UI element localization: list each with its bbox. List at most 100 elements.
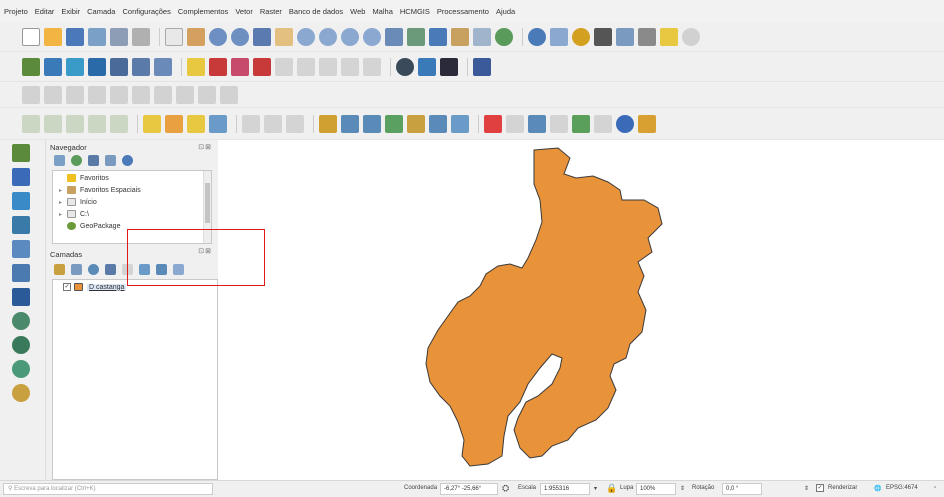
messages-icon[interactable]: ▫: [934, 485, 936, 491]
polygon-symbol-icon[interactable]: [74, 283, 83, 291]
label-highlight-icon[interactable]: [319, 114, 337, 133]
reshape-icon[interactable]: [44, 114, 62, 133]
layer-item[interactable]: ✓ D castanga: [63, 283, 127, 291]
plugin-icon[interactable]: [440, 57, 458, 76]
select-features-icon[interactable]: [143, 114, 161, 133]
zoom-layer-icon[interactable]: [297, 27, 315, 46]
split-features-icon[interactable]: [88, 114, 106, 133]
expand-arrow-icon[interactable]: ▸: [59, 187, 67, 194]
merge-features-icon[interactable]: [110, 114, 128, 133]
show-hide-labels-icon[interactable]: [286, 114, 304, 133]
tree-item-inicio[interactable]: ▸ Início: [59, 198, 97, 206]
offset-curve-icon[interactable]: [66, 114, 84, 133]
layer-visibility-checkbox[interactable]: ✓: [63, 283, 71, 291]
add-raster-layer-icon[interactable]: [44, 57, 62, 76]
field-calculator-icon[interactable]: [616, 27, 634, 46]
scale-field[interactable]: 1:955316: [540, 483, 590, 495]
add-wfs-icon[interactable]: [12, 360, 30, 378]
show-bookmarks-icon[interactable]: [473, 27, 491, 46]
crs-globe-icon[interactable]: 🌐: [874, 485, 881, 492]
change-label-icon[interactable]: [385, 114, 403, 133]
rotate-label-icon[interactable]: [363, 114, 381, 133]
fill-ring-icon[interactable]: [572, 114, 590, 133]
simplify-icon[interactable]: [550, 114, 568, 133]
new-spatialite-icon[interactable]: [319, 57, 337, 76]
add-selected-icon[interactable]: [54, 155, 65, 166]
filter-icon[interactable]: [88, 155, 99, 166]
toggle-extents-icon[interactable]: ⛭: [502, 483, 509, 494]
zoom-full-icon[interactable]: [253, 27, 271, 46]
locator-search-input[interactable]: ⚲ Escreva para localizar (Ctrl+K): [3, 483, 213, 495]
new-map-view-icon[interactable]: [385, 27, 403, 46]
coordinate-field[interactable]: -6,27° -25,66°: [440, 483, 498, 495]
add-wcs-icon[interactable]: [209, 57, 227, 76]
menu-configuracoes[interactable]: Configurações: [122, 7, 170, 16]
georeferencer-icon[interactable]: [396, 57, 414, 76]
temporal-controller-icon[interactable]: [429, 27, 447, 46]
lock-scale-icon[interactable]: 🔒: [606, 483, 617, 494]
zoom-selection-icon[interactable]: [275, 27, 293, 46]
move-feature-icon[interactable]: [484, 114, 502, 133]
menu-web[interactable]: Web: [350, 7, 365, 16]
zoom-out-icon[interactable]: [231, 27, 249, 46]
menu-editar[interactable]: Editar: [35, 7, 55, 16]
vertex-tool-icon[interactable]: [88, 85, 106, 104]
magnifier-field[interactable]: 100%: [636, 483, 676, 495]
crs-label[interactable]: EPSG:4674: [886, 485, 918, 491]
add-postgis-icon[interactable]: [12, 288, 30, 306]
manage-map-themes-icon[interactable]: [88, 264, 99, 275]
rotation-field[interactable]: 0,0 °: [722, 483, 762, 495]
attribute-table-icon[interactable]: [550, 27, 568, 46]
delete-selected-icon[interactable]: [110, 85, 128, 104]
menu-raster[interactable]: Raster: [260, 7, 282, 16]
label-tool-icon[interactable]: [242, 114, 260, 133]
properties-icon[interactable]: [122, 155, 133, 166]
tree-item-drive-c[interactable]: ▸ C:\: [59, 210, 89, 218]
add-delimited-text-icon[interactable]: [66, 57, 84, 76]
pan-icon[interactable]: [165, 27, 183, 46]
add-wms-icon[interactable]: [12, 312, 30, 330]
save-edits-icon[interactable]: [44, 85, 62, 104]
search-icon[interactable]: [682, 27, 700, 46]
add-vector-layer-icon[interactable]: [12, 144, 30, 162]
copy-features-icon[interactable]: [154, 85, 172, 104]
new-shapefile-icon[interactable]: [275, 57, 293, 76]
layout-manager-icon[interactable]: [110, 27, 128, 46]
rotate-feature-icon[interactable]: [506, 114, 524, 133]
styling-icon[interactable]: [54, 264, 65, 275]
new-virtual-layer-icon[interactable]: [363, 57, 381, 76]
settings-gear-icon[interactable]: [572, 27, 590, 46]
menu-complementos[interactable]: Complementos: [178, 7, 228, 16]
scale-feature-icon[interactable]: [528, 114, 546, 133]
select-location-icon[interactable]: [209, 114, 227, 133]
save-project-icon[interactable]: [66, 27, 84, 46]
deselect-icon[interactable]: [187, 114, 205, 133]
zoom-last-icon[interactable]: [341, 27, 359, 46]
tree-item-geopackage[interactable]: GeoPackage: [59, 222, 120, 230]
add-virtual-layer-icon[interactable]: [12, 264, 30, 282]
filter-legend-icon[interactable]: [105, 264, 116, 275]
scale-dropdown-icon[interactable]: ▾: [594, 485, 597, 492]
style-manager-icon[interactable]: [132, 27, 150, 46]
redo-icon[interactable]: [220, 85, 238, 104]
menu-ajuda[interactable]: Ajuda: [496, 7, 515, 16]
zoom-native-icon[interactable]: [319, 27, 337, 46]
annotation-icon[interactable]: [660, 27, 678, 46]
add-wms-icon[interactable]: [154, 57, 172, 76]
render-checkbox[interactable]: ✓: [816, 484, 824, 492]
toggle-editing-icon[interactable]: [22, 85, 40, 104]
menu-processamento[interactable]: Processamento: [437, 7, 489, 16]
layer-diagram-icon[interactable]: [429, 114, 447, 133]
add-arcgis-icon[interactable]: [12, 384, 30, 402]
bookmark-icon[interactable]: [451, 27, 469, 46]
map-canvas[interactable]: [218, 140, 944, 480]
add-spatialite-icon[interactable]: [12, 240, 30, 258]
whats-this-icon[interactable]: [638, 114, 656, 133]
label-properties-icon[interactable]: [451, 114, 469, 133]
measure-icon[interactable]: [638, 27, 656, 46]
rotation-spin-icon[interactable]: ⇕: [804, 485, 809, 492]
add-group-icon[interactable]: [71, 264, 82, 275]
tree-item-favoritos-espaciais[interactable]: ▸ Favoritos Espaciais: [59, 186, 141, 194]
menu-banco-de-dados[interactable]: Banco de dados: [289, 7, 343, 16]
refresh-icon[interactable]: [495, 27, 513, 46]
